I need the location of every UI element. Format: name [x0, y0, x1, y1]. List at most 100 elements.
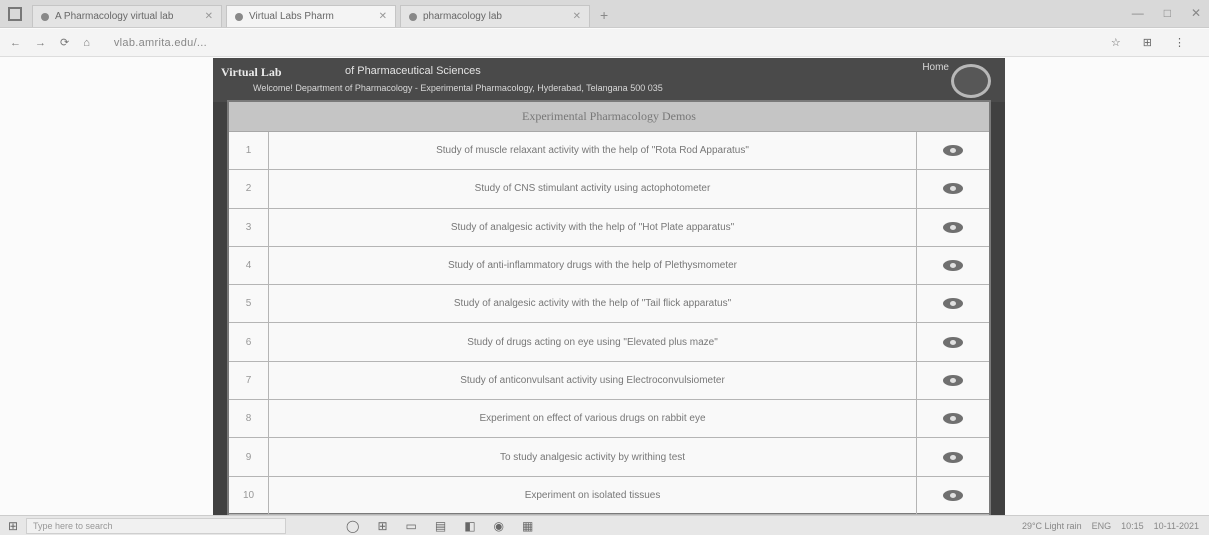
row-number: 8: [229, 400, 269, 438]
view-eye-icon: [943, 183, 963, 195]
welcome-text: Welcome! Department of Pharmacology - Ex…: [253, 83, 663, 93]
institute-name: of Pharmaceutical Sciences: [345, 65, 481, 77]
experiment-title[interactable]: Experiment on effect of various drugs on…: [269, 400, 917, 438]
cortana-icon[interactable]: ◯: [346, 519, 359, 533]
experiment-title[interactable]: Study of CNS stimulant activity using ac…: [269, 170, 917, 208]
url-field[interactable]: vlab.amrita.edu/...: [114, 37, 207, 49]
home-icon[interactable]: ⌂: [83, 37, 90, 49]
experiment-title[interactable]: Experiment on isolated tissues: [269, 476, 917, 514]
taskbar-apps: ◯ ⊞ ▭ ▤ ◧ ◉ ▦: [346, 519, 533, 533]
minimize-button[interactable]: —: [1132, 6, 1144, 20]
new-tab-button[interactable]: +: [600, 7, 608, 23]
store-icon[interactable]: ▤: [435, 519, 446, 533]
view-button[interactable]: [917, 132, 989, 169]
institute-logo-icon: [951, 64, 991, 98]
view-button[interactable]: [917, 362, 989, 399]
window-menu-icon[interactable]: [8, 7, 22, 21]
tab-label: Virtual Labs Pharm: [249, 11, 334, 22]
close-tab-icon[interactable]: ✕: [379, 11, 387, 22]
close-tab-icon[interactable]: ✕: [205, 11, 213, 22]
experiment-title[interactable]: Study of anticonvulsant activity using E…: [269, 361, 917, 400]
row-number: 9: [229, 438, 269, 476]
view-button[interactable]: [917, 323, 989, 360]
experiment-row: 1 Study of muscle relaxant activity with …: [229, 132, 989, 171]
favicon-icon: [41, 12, 49, 21]
row-number: 10: [229, 476, 269, 514]
view-button[interactable]: [917, 285, 989, 322]
reload-icon[interactable]: ⟳: [60, 36, 69, 49]
row-number: 4: [229, 246, 269, 285]
experiment-title[interactable]: Study of drugs acting on eye using "Elev…: [269, 323, 917, 361]
tab-label: pharmacology lab: [423, 11, 502, 22]
page-frame: Virtual Lab of Pharmaceutical Sciences W…: [213, 58, 1005, 515]
view-eye-icon: [943, 221, 963, 233]
weather-status[interactable]: 29°C Light rain: [1022, 521, 1082, 531]
row-number: 3: [229, 208, 269, 246]
chrome-icon[interactable]: ◉: [494, 519, 504, 533]
clock-time[interactable]: 10:15: [1121, 521, 1144, 531]
back-icon[interactable]: ←: [10, 37, 21, 49]
taskbar-search-input[interactable]: Type here to search: [26, 517, 286, 534]
browser-tab[interactable]: A Pharmacology virtual lab ✕: [32, 5, 222, 27]
experiment-rows: 1 Study of muscle relaxant activity with …: [229, 132, 989, 515]
favicon-icon: [235, 12, 243, 21]
forward-icon[interactable]: →: [35, 37, 46, 49]
favicon-icon: [409, 12, 417, 21]
browser-toolbar: ☆ ⊞ ⋮: [1111, 36, 1185, 49]
taskbar: ⊞ Type here to search ◯ ⊞ ▭ ▤ ◧ ◉ ▦ 29°C…: [0, 515, 1209, 535]
view-button[interactable]: [917, 400, 989, 437]
view-eye-icon: [943, 145, 963, 157]
view-eye-icon: [943, 489, 963, 501]
clock-date[interactable]: 10-11-2021: [1154, 521, 1199, 531]
experiment-row: 10 Experiment on isolated tissues: [229, 476, 989, 515]
row-number: 5: [229, 285, 269, 323]
experiment-row: 5 Study of analgesic activity with the he…: [229, 285, 989, 324]
close-window-button[interactable]: ✕: [1191, 6, 1201, 20]
browser-tab[interactable]: pharmacology lab ✕: [400, 5, 590, 27]
browser-tab-active[interactable]: Virtual Labs Pharm ✕: [226, 5, 396, 27]
experiment-title[interactable]: Study of analgesic activity with the hel…: [269, 285, 917, 323]
row-number: 7: [229, 361, 269, 400]
view-button[interactable]: [917, 247, 989, 284]
app-icon[interactable]: ▦: [522, 519, 533, 533]
row-number: 1: [229, 132, 269, 170]
view-button[interactable]: [917, 438, 989, 475]
view-button[interactable]: [917, 170, 989, 207]
system-tray: 29°C Light rain ENG 10:15 10-11-2021: [1022, 521, 1199, 531]
experiment-title[interactable]: To study analgesic activity by writhing …: [269, 438, 917, 476]
address-bar: ← → ⟳ ⌂ vlab.amrita.edu/... ☆ ⊞ ⋮: [0, 29, 1209, 57]
experiment-row: 9 To study analgesic activity by writhing…: [229, 438, 989, 477]
browser-menu-icon[interactable]: ⋮: [1174, 36, 1185, 49]
view-eye-icon: [943, 451, 963, 463]
experiment-row: 8 Experiment on effect of various drugs o…: [229, 400, 989, 439]
window-controls: — □ ✕: [1132, 6, 1201, 20]
view-eye-icon: [943, 413, 963, 425]
row-number: 6: [229, 323, 269, 361]
experiment-list-panel: Experimental Pharmacology Demos 1 Study o…: [227, 100, 991, 515]
row-number: 2: [229, 170, 269, 208]
experiment-title[interactable]: Study of anti-inflammatory drugs with th…: [269, 246, 917, 285]
experiment-title[interactable]: Study of muscle relaxant activity with t…: [269, 132, 917, 170]
experiment-title[interactable]: Study of analgesic activity with the hel…: [269, 208, 917, 246]
view-button[interactable]: [917, 209, 989, 246]
view-button[interactable]: [917, 477, 989, 514]
experiment-row: 3 Study of analgesic activity with the he…: [229, 208, 989, 247]
windows-start-icon[interactable]: ⊞: [0, 519, 26, 533]
site-brand[interactable]: Virtual Lab: [221, 65, 282, 80]
file-explorer-icon[interactable]: ▭: [406, 519, 417, 533]
tab-label: A Pharmacology virtual lab: [55, 11, 174, 22]
home-link[interactable]: Home: [922, 62, 949, 73]
experiment-row: 4 Study of anti-inflammatory drugs with t…: [229, 246, 989, 286]
experiment-row: 2 Study of CNS stimulant activity using a…: [229, 170, 989, 209]
task-view-icon[interactable]: ⊞: [377, 519, 387, 533]
view-eye-icon: [943, 298, 963, 310]
extensions-icon[interactable]: ⊞: [1143, 36, 1152, 49]
maximize-button[interactable]: □: [1164, 6, 1171, 20]
bookmark-star-icon[interactable]: ☆: [1111, 36, 1121, 49]
browser-tab-strip: A Pharmacology virtual lab ✕ Virtual Lab…: [0, 0, 1209, 28]
panel-title: Experimental Pharmacology Demos: [229, 102, 989, 132]
view-eye-icon: [943, 374, 963, 386]
language-indicator[interactable]: ENG: [1092, 521, 1112, 531]
mail-icon[interactable]: ◧: [464, 519, 475, 533]
close-tab-icon[interactable]: ✕: [573, 11, 581, 22]
